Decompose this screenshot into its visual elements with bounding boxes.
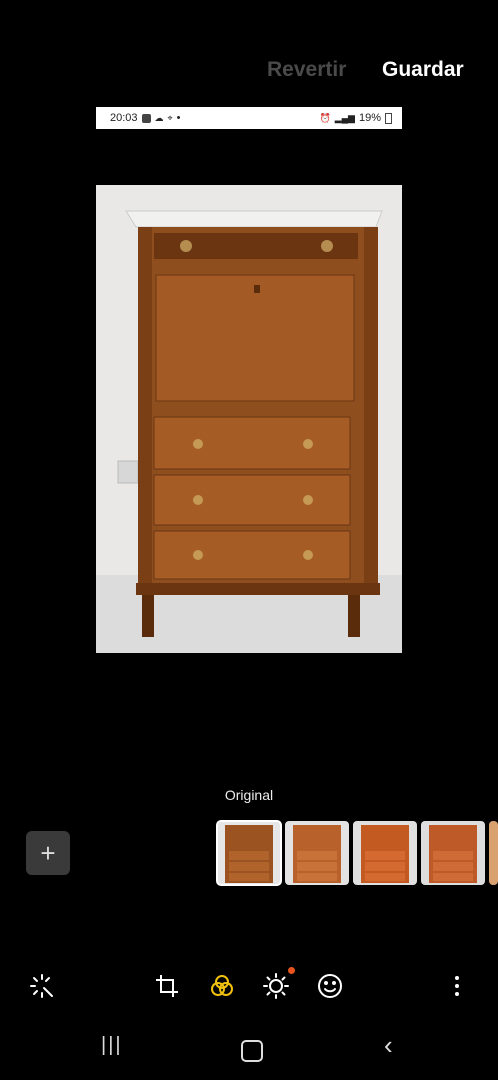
alarm-icon: ⏰ <box>319 112 331 123</box>
filters-icon <box>211 975 233 996</box>
secretaire-photo <box>96 185 402 653</box>
signal-icon: ▂▄▆ <box>334 112 355 123</box>
auto-enhance-icon <box>30 974 53 998</box>
more-options-icon <box>455 976 459 996</box>
auto-enhance-button[interactable] <box>24 968 60 1004</box>
image-status-bar: 20:03 ☁ ⌖ • ⏰ ▂▄▆ 19% <box>96 107 402 129</box>
filter-name-label: Original <box>224 787 274 803</box>
emoji-sticker-icon <box>318 974 342 998</box>
save-button[interactable]: Guardar <box>382 58 464 82</box>
cloud-icon: ☁ <box>154 112 164 123</box>
image-inner-nav: ||| ‹ <box>0 628 498 668</box>
filter-thumbnail[interactable] <box>353 821 417 885</box>
battery-icon <box>385 112 392 124</box>
sticker-button[interactable] <box>312 968 348 1004</box>
filter-thumbnail[interactable] <box>489 821 498 885</box>
revert-button[interactable]: Revertir <box>267 58 346 82</box>
image-status-time: 20:03 <box>110 112 138 124</box>
add-filter-button[interactable]: + <box>26 831 70 875</box>
filter-thumbnail[interactable] <box>421 821 485 885</box>
recents-icon: ||| <box>157 628 168 644</box>
image-status-battery: 19% <box>358 112 381 124</box>
crop-rotate-button[interactable] <box>149 968 185 1004</box>
crop-rotate-icon <box>156 975 178 997</box>
filter-thumbnail[interactable] <box>285 821 349 885</box>
location-icon: ⌖ <box>167 112 173 123</box>
plus-icon: + <box>40 837 56 868</box>
image-canvas[interactable]: 20:03 ☁ ⌖ • ⏰ ▂▄▆ 19% <box>96 107 402 653</box>
dot-icon: • <box>176 112 181 124</box>
gallery-icon <box>141 113 151 123</box>
back-button[interactable]: ‹ <box>384 1030 393 1061</box>
brightness-icon <box>263 973 289 999</box>
notification-dot <box>288 967 295 974</box>
home-icon <box>242 632 255 645</box>
filters-button[interactable] <box>204 968 240 1004</box>
recents-button[interactable]: ||| <box>101 1034 123 1057</box>
home-button[interactable] <box>241 1040 263 1062</box>
filter-thumbnail-original[interactable] <box>216 820 282 886</box>
back-icon: ‹ <box>330 628 336 645</box>
more-options-button[interactable] <box>439 968 475 1004</box>
